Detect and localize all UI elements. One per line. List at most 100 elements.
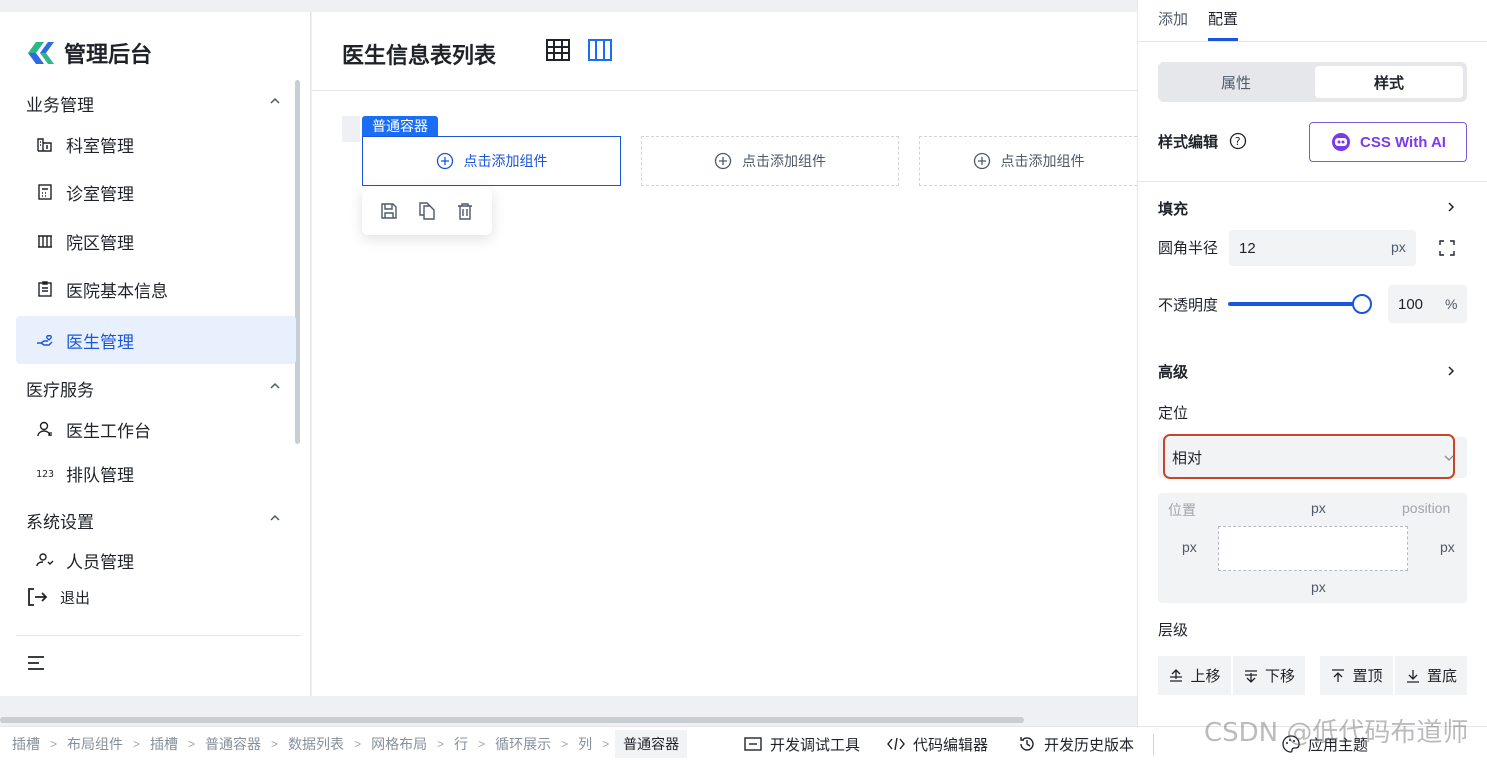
breadcrumb-item[interactable]: 普通容器 — [201, 734, 265, 754]
slot-label: 点击添加组件 — [742, 153, 826, 169]
trash-icon[interactable] — [456, 202, 474, 220]
add-component-slot[interactable]: 点击添加组件 — [641, 136, 899, 186]
canvas-horizontal-scrollbar[interactable] — [0, 717, 1024, 723]
logout-button[interactable]: 退出 — [6, 577, 286, 617]
history-icon — [1020, 737, 1034, 751]
table-view-icon[interactable] — [545, 38, 571, 62]
breadcrumb-separator-icon: > — [133, 737, 141, 751]
numbers-icon: 123 — [36, 469, 54, 480]
plus-circle-icon — [973, 152, 990, 170]
breadcrumb-item[interactable]: 数据列表 — [284, 734, 348, 754]
column-view-icon[interactable] — [587, 38, 613, 62]
history-button[interactable]: 开发历史版本 — [1018, 727, 1134, 760]
logo[interactable]: 管理后台 — [26, 37, 152, 69]
position-right-value[interactable]: px — [1440, 539, 1455, 555]
app-title: 管理后台 — [64, 42, 153, 67]
logout-label: 退出 — [60, 589, 91, 607]
menu-group-medical[interactable]: 医疗服务 — [26, 376, 94, 401]
breadcrumb-item[interactable]: 插槽 — [0, 734, 44, 754]
opacity-slider-thumb[interactable] — [1352, 294, 1372, 314]
chevron-up-icon[interactable] — [268, 94, 282, 108]
sidebar-item-campus[interactable]: 院区管理 — [16, 217, 296, 265]
opacity-label: 不透明度 — [1158, 297, 1219, 314]
sidebar-item-label: 医院基本信息 — [66, 281, 168, 301]
sidebar-item-doctor[interactable]: 医生管理 — [16, 316, 296, 364]
breadcrumb: 插槽 > 布局组件 > 插槽 > 普通容器 > 数据列表 > 网格布局 > 行 > 循环展示 >… — [0, 727, 688, 760]
breadcrumb-separator-icon: > — [354, 737, 362, 751]
menu-collapse-icon[interactable] — [27, 655, 45, 671]
dev-tools-button[interactable]: 开发调试工具 — [744, 727, 860, 760]
ai-button-label: CSS With AI — [1360, 133, 1446, 151]
copy-icon[interactable] — [418, 202, 436, 220]
breadcrumb-separator-icon: > — [50, 737, 58, 751]
expand-corners-icon[interactable] — [1438, 239, 1456, 257]
container-tag[interactable]: 普通容器 — [362, 116, 438, 136]
advanced-section-title[interactable]: 高级 — [1158, 361, 1188, 382]
sidebar-item-queue[interactable]: 123 排队管理 — [16, 449, 296, 497]
sidebar-item-label: 诊室管理 — [66, 184, 134, 204]
page-title: 医生信息表列表 — [342, 43, 497, 68]
position-select-value: 相对 — [1172, 450, 1203, 467]
breadcrumb-item[interactable]: 行 — [450, 734, 472, 754]
layer-label: 层级 — [1158, 622, 1189, 639]
sidebar-item-doctor-workbench[interactable]: 医生工作台 — [16, 405, 296, 453]
position-preview — [1218, 526, 1408, 571]
container-handle[interactable] — [342, 116, 360, 142]
add-component-slot[interactable]: 点击添加组件 — [919, 136, 1137, 186]
radius-input[interactable]: 12 — [1229, 230, 1416, 266]
breadcrumb-current[interactable]: 普通容器 — [615, 730, 688, 758]
breadcrumb-item[interactable]: 插槽 — [146, 734, 182, 754]
sidebar: 管理后台 业务管理 科室管理 诊室管理 院区管理 医院基本信息 医生管理 医疗服… — [0, 12, 311, 696]
css-ai-button[interactable]: CSS With AI — [1309, 122, 1467, 162]
segment-control: 属性 样式 — [1158, 62, 1467, 102]
sidebar-item-hospital-info[interactable]: 医院基本信息 — [16, 265, 296, 313]
tab-add[interactable]: 添加 — [1158, 8, 1188, 29]
radius-value: 12 — [1239, 239, 1256, 257]
breadcrumb-item[interactable]: 列 — [574, 734, 596, 754]
radius-unit: px — [1391, 239, 1406, 255]
tab-config[interactable]: 配置 — [1208, 8, 1238, 29]
bring-to-front-button[interactable]: 置顶 — [1320, 656, 1393, 695]
save-icon[interactable] — [380, 202, 398, 220]
sidebar-item-label: 院区管理 — [66, 233, 134, 253]
move-up-icon — [1170, 668, 1183, 682]
logout-icon — [28, 588, 48, 606]
breadcrumb-item[interactable]: 布局组件 — [63, 734, 127, 754]
chevron-up-icon[interactable] — [268, 379, 282, 393]
add-component-slot[interactable]: 点击添加组件 — [362, 136, 621, 186]
move-down-button[interactable]: 下移 — [1233, 656, 1305, 695]
svg-text:?: ? — [1235, 135, 1241, 148]
tab-indicator — [1208, 38, 1238, 41]
fill-section-title[interactable]: 填充 — [1158, 198, 1188, 219]
breadcrumb-item[interactable]: 循环展示 — [491, 734, 555, 754]
move-up-button[interactable]: 上移 — [1158, 656, 1231, 695]
send-to-back-label: 置底 — [1426, 668, 1457, 685]
sidebar-item-department[interactable]: 科室管理 — [16, 120, 296, 168]
breadcrumb-item[interactable]: 网格布局 — [367, 734, 431, 754]
chevron-up-icon[interactable] — [268, 511, 282, 525]
sidebar-item-clinic-room[interactable]: 诊室管理 — [16, 168, 296, 216]
position-top-value[interactable]: px — [1311, 500, 1326, 516]
breadcrumb-separator-icon: > — [478, 737, 486, 751]
chevron-right-icon[interactable] — [1444, 364, 1458, 378]
position-bottom-value[interactable]: px — [1311, 579, 1326, 595]
chevron-right-icon[interactable] — [1444, 200, 1458, 214]
opacity-slider-track[interactable] — [1228, 302, 1362, 306]
canvas: 医生信息表列表 普通容器 点击添加组件 点击添加组件 点击添加组件 — [312, 12, 1137, 696]
position-left-value[interactable]: px — [1182, 539, 1197, 555]
send-to-back-button[interactable]: 置底 — [1395, 656, 1467, 695]
ai-bot-icon — [1332, 133, 1350, 151]
segment-styles[interactable]: 样式 — [1315, 66, 1463, 98]
bank-icon — [38, 235, 52, 248]
move-down-label: 下移 — [1264, 668, 1295, 685]
chevron-down-icon[interactable] — [1443, 452, 1455, 464]
help-icon[interactable]: ? — [1229, 132, 1247, 150]
code-editor-button[interactable]: 代码编辑器 — [887, 727, 988, 760]
users-icon — [36, 553, 54, 567]
segment-properties[interactable]: 属性 — [1162, 66, 1310, 98]
breadcrumb-separator-icon: > — [561, 737, 569, 751]
view-switch — [545, 38, 613, 62]
plus-circle-icon — [714, 152, 732, 170]
menu-group-system[interactable]: 系统设置 — [26, 508, 94, 533]
menu-group-business[interactable]: 业务管理 — [26, 91, 94, 116]
